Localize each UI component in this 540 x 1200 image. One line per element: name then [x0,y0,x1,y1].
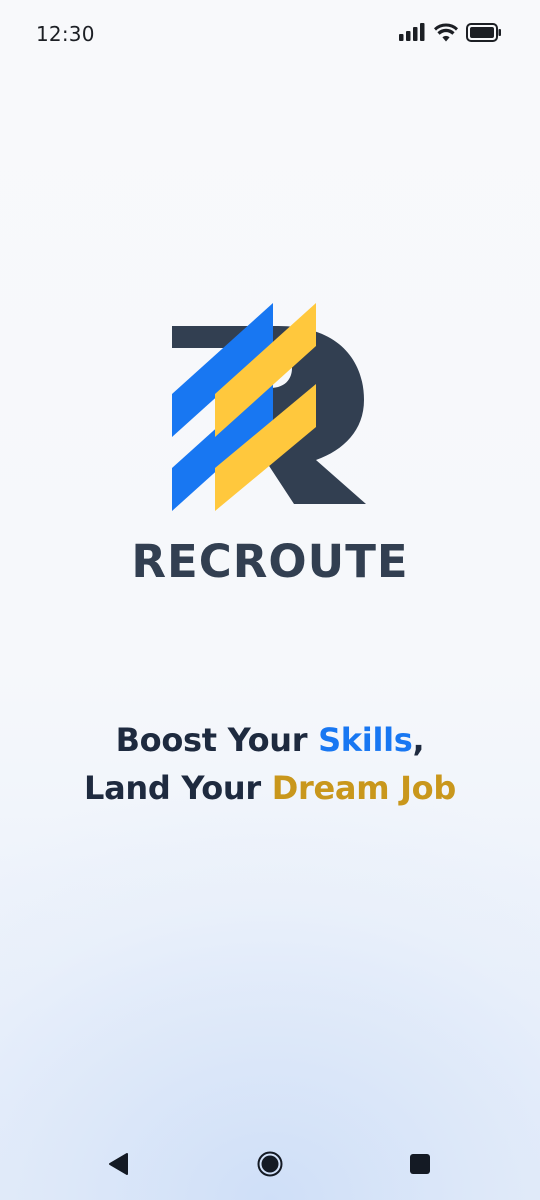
wifi-icon [434,22,458,41]
home-icon [257,1151,283,1177]
recents-icon [410,1154,430,1174]
tagline-line-2: Land Your Dream Job [0,764,540,812]
tagline-line-2-prefix: Land Your [84,769,272,807]
status-time: 12:30 [36,22,95,46]
tagline-line-1-suffix: , [412,721,425,759]
brand-name: RECROUTE [131,535,409,588]
tagline: Boost Your Skills, Land Your Dream Job [0,716,540,812]
tagline-line-1: Boost Your Skills, [0,716,540,764]
recroute-logo-mark [172,303,366,511]
battery-icon [466,22,501,42]
app-logo [166,300,374,514]
status-bar: 12:30 [0,0,540,68]
back-button[interactable] [103,1148,135,1180]
back-icon [109,1153,128,1175]
splash-screen: 12:30 RECROUTE Boost Your Skills, Land Y… [0,0,540,1200]
signal-icon [399,23,425,41]
tagline-highlight-dream-job: Dream Job [271,769,457,807]
tagline-highlight-skills: Skills [318,721,413,759]
recents-button[interactable] [404,1148,436,1180]
tagline-line-1-prefix: Boost Your [115,721,319,759]
status-icons [399,21,502,43]
home-button[interactable] [254,1148,286,1180]
system-nav-bar [0,1128,540,1200]
